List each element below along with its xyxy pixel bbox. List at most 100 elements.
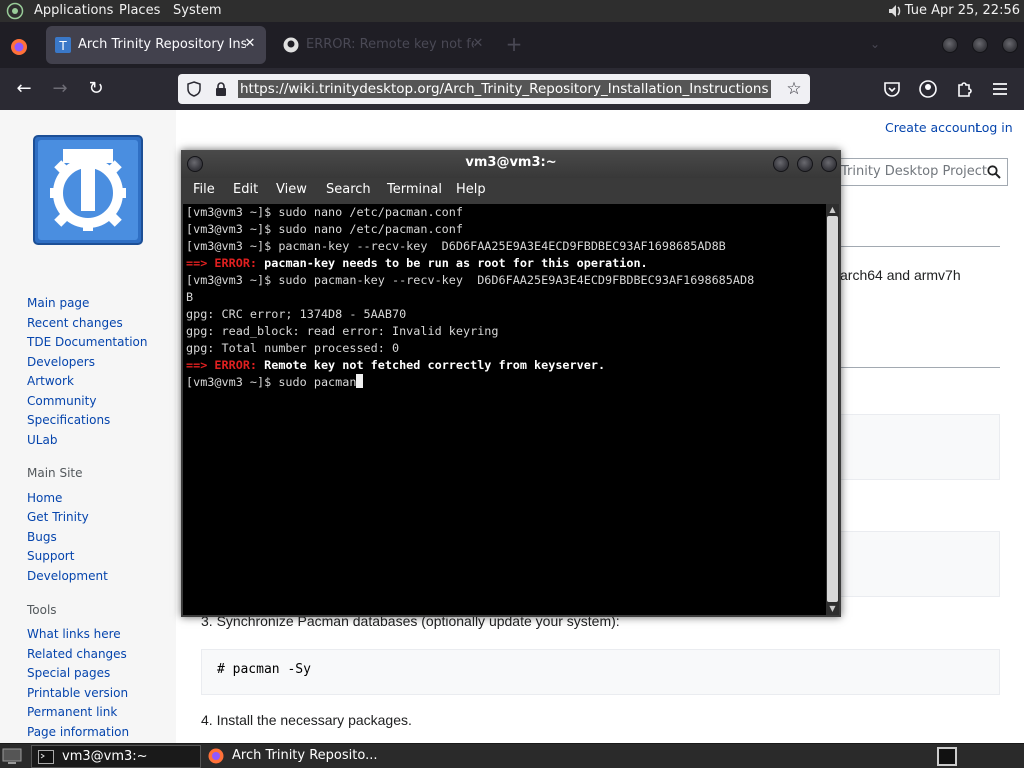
error-message: Remote key not fetched correctly from ke… [257, 358, 606, 372]
sidebar-item-related-changes[interactable]: Related changes [27, 647, 127, 661]
reload-icon[interactable]: ↻ [86, 79, 106, 99]
terminal-menu-edit[interactable]: Edit [233, 182, 258, 197]
terminal-title: vm3@vm3:~ [465, 155, 557, 170]
create-account-link[interactable]: Create account [885, 120, 980, 135]
top-panel: Applications Places System Tue Apr 25, 2… [0, 0, 1024, 22]
divider [840, 246, 1000, 247]
url-text[interactable]: https://wiki.trinitydesktop.org/Arch_Tri… [238, 80, 771, 98]
applications-logo-icon[interactable] [6, 2, 24, 20]
search-icon[interactable] [987, 165, 1001, 179]
terminal-line: B [186, 290, 194, 304]
terminal-menu-file[interactable]: File [193, 182, 215, 197]
sidebar-item-page-information[interactable]: Page information [27, 725, 129, 739]
terminal-error-line: ==> ERROR: pacman-key needs to be run as… [186, 255, 648, 272]
sidebar-item-special-pages[interactable]: Special pages [27, 666, 110, 680]
trinity-logo[interactable] [33, 135, 143, 245]
taskbar-item-terminal[interactable]: vm3@vm3:~ [31, 745, 201, 768]
firefox-view-icon[interactable] [10, 38, 28, 56]
terminal-scrollbar[interactable]: ▲ ▼ [826, 204, 839, 615]
terminal-line: gpg: CRC error; 1374D8 - 5AAB70 [186, 307, 407, 321]
show-desktop-icon[interactable] [2, 748, 22, 765]
panel-clock[interactable]: Tue Apr 25, 22:56 [905, 3, 1020, 19]
sidebar-heading-main-site: Main Site [27, 466, 83, 480]
browser-tab-strip: T Arch Trinity Repository Installation I… [0, 22, 1024, 68]
taskbar-item-label: Arch Trinity Reposito... [232, 748, 378, 763]
browser-nav-bar: ← → ↻ https://wiki.trinitydesktop.org/Ar… [0, 68, 1024, 110]
terminal-menu-search[interactable]: Search [326, 182, 371, 197]
terminal-menu-view[interactable]: View [276, 182, 307, 197]
minimize-icon[interactable] [773, 156, 789, 172]
sidebar-item-what-links-here[interactable]: What links here [27, 627, 121, 641]
panel-menu-places[interactable]: Places [119, 3, 160, 19]
error-prefix: ==> ERROR: [186, 358, 258, 372]
new-tab-button[interactable]: + [504, 34, 524, 55]
forward-arrow-icon[interactable]: → [50, 79, 70, 99]
terminal-line: gpg: Total number processed: 0 [186, 341, 400, 355]
terminal-titlebar[interactable]: vm3@vm3:~ [181, 150, 841, 178]
minimize-window-icon[interactable] [942, 37, 958, 53]
workspace-switcher[interactable] [937, 747, 957, 766]
panel-menu-applications[interactable]: Applications [34, 3, 113, 19]
terminal-screen[interactable]: [vm3@vm3 ~]$ sudo nano /etc/pacman.conf … [183, 204, 826, 615]
sidebar-item-home[interactable]: Home [27, 491, 62, 505]
account-icon[interactable] [918, 79, 938, 99]
github-favicon-icon [283, 37, 299, 53]
scroll-down-arrow-icon[interactable]: ▼ [828, 604, 837, 613]
sidebar-item-specifications[interactable]: Specifications [27, 413, 110, 427]
svg-text:T: T [58, 39, 67, 53]
maximize-window-icon[interactable] [972, 37, 988, 53]
tab-arch-trinity[interactable]: T Arch Trinity Repository Installation I… [46, 26, 266, 64]
sidebar-item-support[interactable]: Support [27, 549, 74, 563]
terminal-line: [vm3@vm3 ~]$ sudo pacman-key --recv-key … [186, 273, 755, 287]
back-arrow-icon[interactable]: ← [14, 79, 34, 99]
close-window-icon[interactable] [1002, 37, 1018, 53]
close-tab-icon[interactable]: ✕ [470, 36, 486, 52]
sidebar-item-tde-documentation[interactable]: TDE Documentation [27, 335, 147, 349]
panel-menu-system[interactable]: System [173, 3, 221, 19]
scrollbar-thumb[interactable] [827, 216, 838, 602]
sidebar-item-permanent-link[interactable]: Permanent link [27, 705, 117, 719]
sidebar-item-community[interactable]: Community [27, 394, 96, 408]
list-all-tabs-icon[interactable]: ⌄ [870, 37, 886, 53]
taskbar-item-firefox[interactable]: Arch Trinity Reposito... [202, 745, 382, 768]
sidebar-item-bugs[interactable]: Bugs [27, 530, 57, 544]
scroll-up-arrow-icon[interactable]: ▲ [828, 205, 837, 214]
sidebar-heading-tools: Tools [27, 603, 57, 617]
current-command: [vm3@vm3 ~]$ sudo pacman [186, 375, 357, 389]
url-bar[interactable]: https://wiki.trinitydesktop.org/Arch_Tri… [178, 74, 810, 104]
firefox-icon [208, 748, 224, 764]
terminal-icon [38, 750, 54, 764]
sidebar-item-printable-version[interactable]: Printable version [27, 686, 128, 700]
log-in-link[interactable]: Log in [975, 120, 1013, 135]
code-pacman-sy: # pacman -Sy [217, 662, 311, 677]
extensions-icon[interactable] [954, 79, 974, 99]
terminal-window[interactable]: vm3@vm3:~ File Edit View Search Terminal… [181, 150, 841, 617]
terminal-prompt-line[interactable]: [vm3@vm3 ~]$ sudo pacman [186, 374, 364, 391]
sidebar-item-recent-changes[interactable]: Recent changes [27, 316, 123, 330]
pocket-icon[interactable] [882, 79, 902, 99]
sidebar-item-main-page[interactable]: Main page [27, 296, 89, 310]
maximize-icon[interactable] [797, 156, 813, 172]
close-icon[interactable] [821, 156, 837, 172]
bookmark-star-icon[interactable]: ☆ [784, 79, 804, 99]
sidebar-item-ulab[interactable]: ULab [27, 433, 57, 447]
search-input[interactable]: Search Trinity Desktop Project [830, 158, 1008, 186]
terminal-menu-help[interactable]: Help [456, 182, 486, 197]
terminal-line: [vm3@vm3 ~]$ sudo nano /etc/pacman.conf [186, 205, 463, 219]
terminal-line: [vm3@vm3 ~]$ sudo nano /etc/pacman.conf [186, 222, 463, 236]
hamburger-menu-icon[interactable] [990, 79, 1010, 99]
terminal-menu-terminal[interactable]: Terminal [387, 182, 442, 197]
sidebar-item-development[interactable]: Development [27, 569, 108, 583]
divider [840, 367, 1000, 368]
close-tab-icon[interactable]: ✕ [242, 36, 258, 52]
terminal-line: [vm3@vm3 ~]$ pacman-key --recv-key D6D6F… [186, 239, 726, 253]
text-cursor [356, 374, 364, 388]
terminal-error-line: ==> ERROR: Remote key not fetched correc… [186, 357, 605, 374]
lock-icon[interactable] [214, 81, 228, 97]
volume-icon[interactable] [886, 2, 904, 20]
sidebar-item-get-trinity[interactable]: Get Trinity [27, 510, 89, 524]
sidebar-item-artwork[interactable]: Artwork [27, 374, 74, 388]
sidebar-item-developers[interactable]: Developers [27, 355, 95, 369]
tracking-shield-icon[interactable] [186, 81, 202, 97]
tab-github-error[interactable]: ERROR: Remote key not fetched ✕ [274, 26, 494, 64]
